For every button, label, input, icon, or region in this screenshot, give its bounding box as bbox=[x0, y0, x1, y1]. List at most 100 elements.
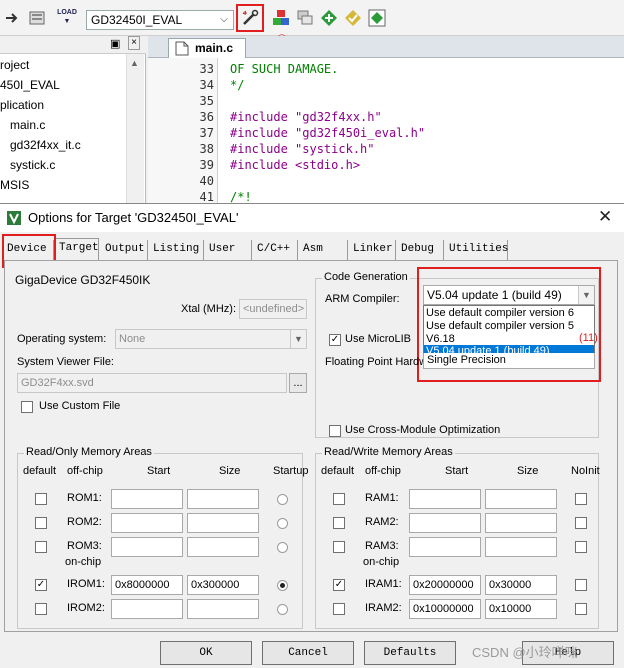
noinit-checkbox[interactable] bbox=[575, 517, 587, 529]
defaults-button[interactable]: Defaults bbox=[364, 641, 456, 665]
mem-start-input[interactable] bbox=[111, 599, 183, 619]
close-icon[interactable]: × bbox=[128, 36, 140, 50]
tree-item[interactable]: plication bbox=[0, 98, 44, 112]
mem-start-input[interactable] bbox=[409, 513, 481, 533]
tab-debug[interactable]: Debug bbox=[398, 240, 444, 260]
main-toolbar: LOAD▼ GD32450I_EVAL ⌵ ⑨ bbox=[0, 0, 624, 47]
options-dialog: Options for Target 'GD32450I_EVAL' ✕ Dev… bbox=[0, 203, 624, 668]
mem-size-input[interactable]: 0x300000 bbox=[187, 575, 259, 595]
dialog-titlebar: Options for Target 'GD32450I_EVAL' ✕ bbox=[0, 204, 624, 232]
mem-name: RAM3: bbox=[365, 540, 399, 552]
options-for-target-icon[interactable] bbox=[241, 9, 259, 27]
tab-utilities[interactable]: Utilities bbox=[446, 240, 508, 260]
pack-installer-icon[interactable] bbox=[320, 9, 338, 27]
default-checkbox[interactable] bbox=[333, 493, 345, 505]
select-packs-icon[interactable] bbox=[344, 9, 362, 27]
target-select[interactable]: GD32450I_EVAL ⌵ bbox=[86, 10, 234, 30]
mem-header: default bbox=[321, 465, 355, 477]
project-scrollbar[interactable]: ▲ bbox=[126, 54, 144, 208]
app-icon bbox=[7, 211, 21, 225]
mem-start-input[interactable]: 0x20000000 bbox=[409, 575, 481, 595]
startup-radio[interactable] bbox=[277, 518, 288, 529]
tab-c-cpp[interactable]: C/C++ bbox=[254, 240, 298, 260]
tree-item[interactable]: gd32f4xx_it.c bbox=[10, 138, 81, 152]
scroll-up-icon[interactable]: ▲ bbox=[130, 58, 139, 68]
cancel-button[interactable]: Cancel bbox=[262, 641, 354, 665]
tab-main-c[interactable]: main.c bbox=[168, 38, 246, 58]
code-area[interactable]: OF SUCH DAMAGE. */ #include "gd32f4xx.h" #i… bbox=[148, 58, 624, 208]
translate-icon[interactable] bbox=[4, 9, 22, 27]
close-icon[interactable]: ✕ bbox=[598, 207, 612, 227]
project-panel-header: ▣ × bbox=[0, 36, 146, 54]
tab-target[interactable]: Target bbox=[55, 238, 99, 260]
startup-radio[interactable] bbox=[277, 604, 288, 615]
mem-name: RAM1: bbox=[365, 492, 399, 504]
noinit-checkbox[interactable] bbox=[575, 603, 587, 615]
manage-components-icon[interactable] bbox=[272, 9, 290, 27]
default-checkbox[interactable] bbox=[333, 541, 345, 553]
default-checkbox[interactable] bbox=[333, 603, 345, 615]
mem-size-input[interactable] bbox=[187, 599, 259, 619]
tree-item[interactable]: main.c bbox=[10, 118, 45, 132]
default-checkbox[interactable] bbox=[35, 541, 47, 553]
mem-name: RAM2: bbox=[365, 516, 399, 528]
mem-header: off-chip bbox=[365, 465, 401, 477]
default-checkbox[interactable] bbox=[35, 603, 47, 615]
startup-radio[interactable] bbox=[277, 542, 288, 553]
noinit-checkbox[interactable] bbox=[575, 541, 587, 553]
tab-output[interactable]: Output bbox=[102, 240, 148, 260]
ok-button[interactable]: OK bbox=[160, 641, 252, 665]
tab-asm[interactable]: Asm bbox=[300, 240, 348, 260]
mem-size-input[interactable]: 0x10000 bbox=[485, 599, 557, 619]
noinit-checkbox[interactable] bbox=[575, 579, 587, 591]
pin-icon[interactable]: ▣ bbox=[110, 37, 120, 50]
tab-linker[interactable]: Linker bbox=[350, 240, 396, 260]
mem-start-input[interactable] bbox=[409, 489, 481, 509]
mem-size-input[interactable] bbox=[485, 537, 557, 557]
mem-header: Size bbox=[219, 465, 241, 477]
default-checkbox[interactable]: ✓ bbox=[35, 579, 47, 591]
mem-start-input[interactable] bbox=[409, 537, 481, 557]
on-chip-label: on-chip bbox=[363, 556, 400, 568]
mem-start-input[interactable]: 0x10000000 bbox=[409, 599, 481, 619]
mem-size-input[interactable] bbox=[485, 489, 557, 509]
mem-start-input[interactable]: 0x8000000 bbox=[111, 575, 183, 595]
tab-user[interactable]: User bbox=[206, 240, 252, 260]
tab-listing[interactable]: Listing bbox=[150, 240, 204, 260]
mem-start-input[interactable] bbox=[111, 513, 183, 533]
batch-build-icon[interactable] bbox=[28, 9, 46, 27]
mem-size-input[interactable] bbox=[187, 537, 259, 557]
target-tab-panel: GigaDevice GD32F450IK Xtal (MHz): <undef… bbox=[4, 260, 618, 632]
mem-header: Start bbox=[147, 465, 171, 477]
code-line: /*! bbox=[230, 190, 252, 204]
mem-size-input[interactable] bbox=[485, 513, 557, 533]
mem-start-input[interactable] bbox=[111, 537, 183, 557]
mem-size-input[interactable] bbox=[187, 489, 259, 509]
mem-size-input[interactable] bbox=[187, 513, 259, 533]
tree-item[interactable]: systick.c bbox=[10, 158, 55, 172]
startup-radio[interactable] bbox=[277, 494, 288, 505]
mem-start-input[interactable] bbox=[111, 489, 183, 509]
tree-item[interactable]: 450I_EVAL bbox=[0, 78, 60, 92]
code-line: OF SUCH DAMAGE. bbox=[230, 62, 339, 76]
default-checkbox[interactable]: ✓ bbox=[333, 579, 345, 591]
load-icon[interactable]: LOAD ▼ bbox=[56, 8, 78, 28]
default-checkbox[interactable] bbox=[333, 517, 345, 529]
rte-icon[interactable] bbox=[368, 9, 386, 27]
watermark-text: CSDN @小玲咩咪 bbox=[472, 645, 578, 660]
noinit-checkbox[interactable] bbox=[575, 493, 587, 505]
default-checkbox[interactable] bbox=[35, 517, 47, 529]
mem-size-input[interactable]: 0x30000 bbox=[485, 575, 557, 595]
on-chip-label: on-chip bbox=[65, 556, 102, 568]
mem-name: ROM1: bbox=[67, 492, 102, 504]
tree-item[interactable]: roject bbox=[0, 58, 29, 72]
mem-name: IROM1: bbox=[67, 578, 105, 590]
editor-tab-bar: main.c bbox=[148, 36, 624, 58]
startup-radio[interactable] bbox=[277, 580, 288, 591]
tree-item[interactable]: MSIS bbox=[0, 178, 29, 192]
tab-main-c-label: main.c bbox=[195, 41, 234, 55]
file-extensions-icon[interactable] bbox=[296, 9, 314, 27]
code-line: #include <stdio.h> bbox=[230, 158, 361, 172]
code-line: */ bbox=[230, 78, 245, 92]
default-checkbox[interactable] bbox=[35, 493, 47, 505]
